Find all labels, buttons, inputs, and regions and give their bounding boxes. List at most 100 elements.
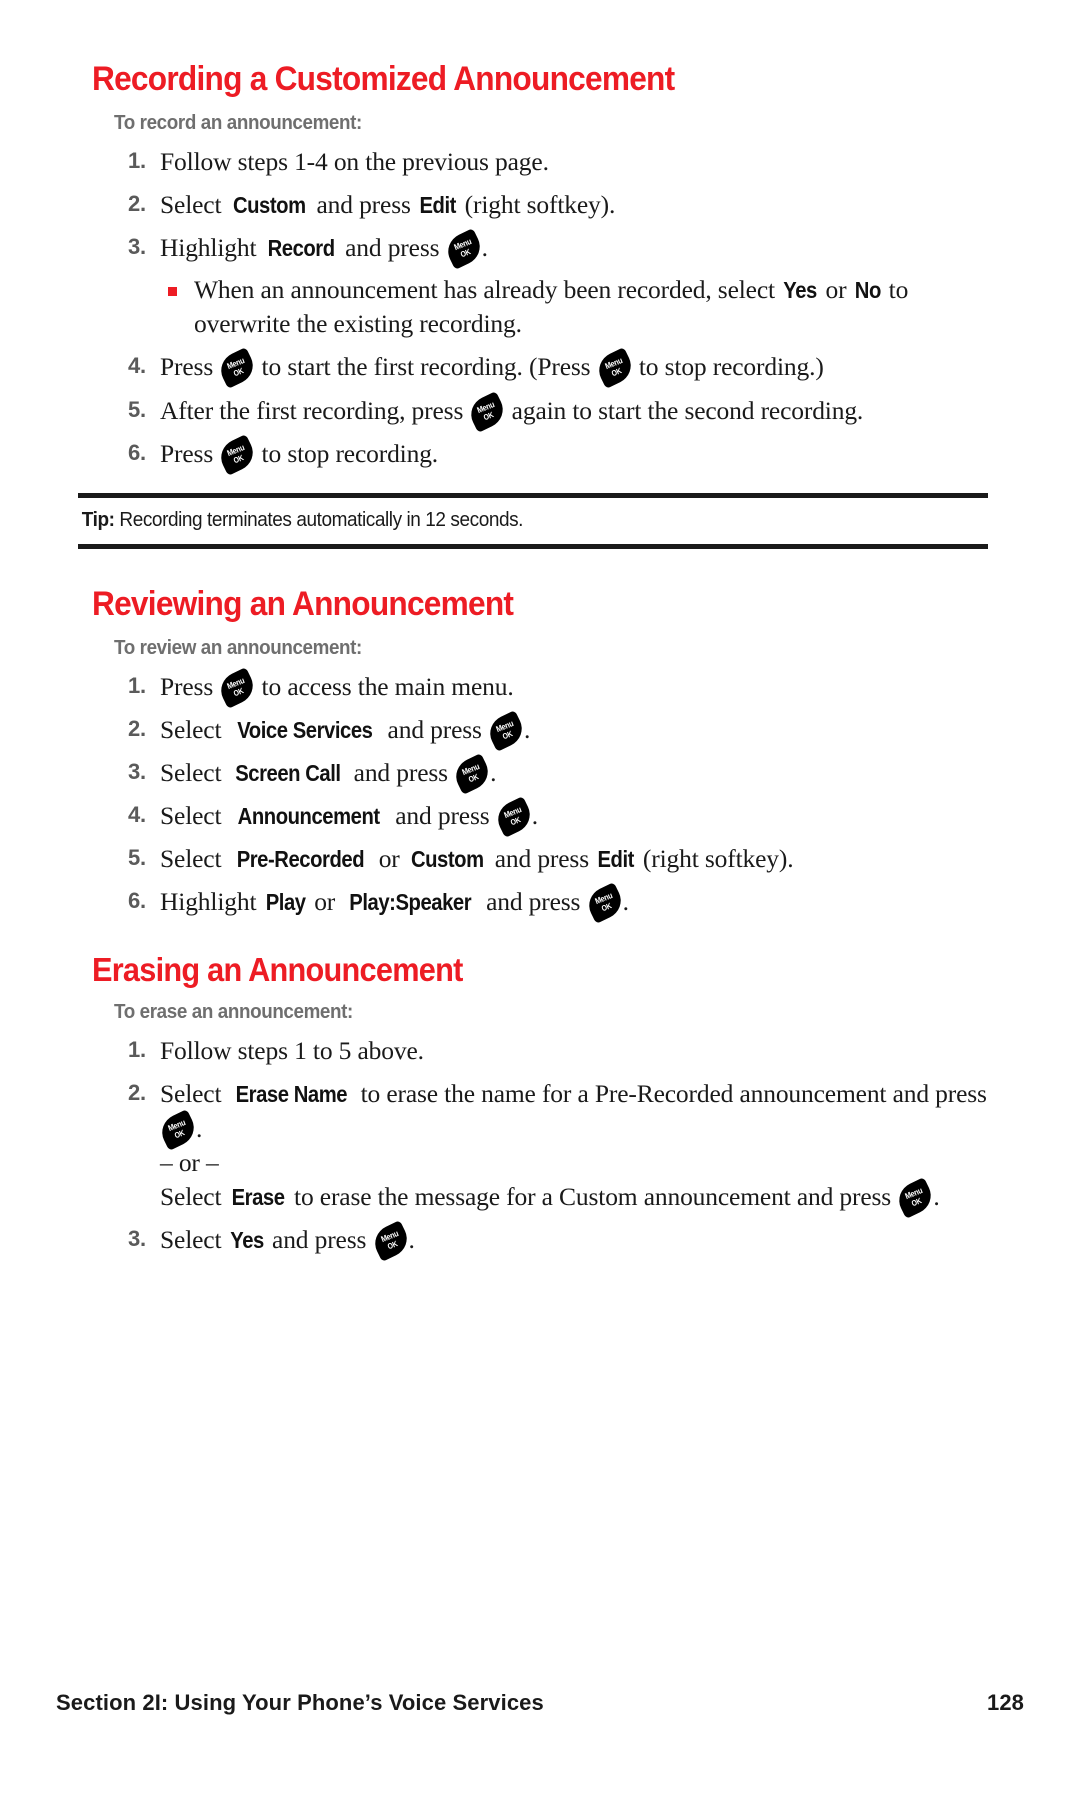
body-text: Select (160, 844, 228, 874)
menu-ok-key-shape (491, 796, 536, 839)
step-text: Select Voice Services and press Menu OK. (160, 709, 992, 752)
menu-ok-key-icon: Menu OK (465, 390, 510, 433)
ui-label: Pre-Recorded (236, 846, 364, 873)
step-item: 5. After the first recording, press Menu O… (92, 390, 992, 433)
body-text: . (196, 1113, 203, 1143)
page-footer: Section 2I: Using Your Phone’s Voice Ser… (56, 1690, 1024, 1716)
step-text: Highlight Record and press Menu OK. (160, 228, 992, 270)
step-item: 3. Highlight Record and press Menu OK. When… (92, 228, 992, 341)
body-text: Press (160, 671, 220, 701)
step-number: 5. (127, 396, 146, 422)
body-text: (right softkey). (458, 189, 616, 219)
step-text: Select Announcement and press Menu OK. (160, 796, 992, 839)
menu-ok-key-icon: Menu OK (215, 433, 260, 476)
body-text: and press (479, 887, 587, 917)
body-text: to stop recording.) (632, 352, 824, 382)
steps-list-recording: 1. Follow steps 1-4 on the previous page.… (92, 145, 992, 476)
body-text: to stop recording. (255, 438, 439, 468)
sub-bullet-item: When an announcement has already been re… (160, 273, 992, 341)
body-text: to erase the message for a Custom announ… (287, 1181, 898, 1211)
body-text: Select (160, 1224, 228, 1254)
ui-label: Edit (597, 846, 635, 873)
tip-body: Recording terminates automatically in 12… (119, 508, 524, 531)
body-text: and press (381, 714, 489, 744)
menu-ok-key-icon: Menu OK (450, 753, 494, 795)
body-text: or (307, 887, 342, 917)
sub-bullet-list: When an announcement has already been re… (160, 273, 992, 341)
menu-ok-key-shape (441, 228, 486, 270)
step-number: 4. (127, 353, 146, 379)
menu-ok-key-shape (368, 1220, 413, 1262)
body-text: and press (338, 233, 446, 262)
ui-label: Custom (410, 846, 484, 873)
step-text: Select Erase Name to erase the name for … (156, 1077, 992, 1219)
step-number: 4. (127, 802, 146, 828)
step-text: Select Yes and press Menu OK. (160, 1220, 992, 1262)
body-text: . (408, 1224, 415, 1254)
step-item: 1. Press Menu OK to access the main menu. (92, 666, 992, 709)
step-text: Press Menu OK to access the main menu. (160, 666, 992, 709)
body-text: and press (310, 189, 417, 219)
menu-ok-key-icon: Menu OK (215, 666, 260, 709)
step-text: Follow steps 1-4 on the previous page. (160, 145, 992, 179)
menu-ok-key-icon: Menu OK (592, 347, 637, 390)
step-text: Select Screen Call and press Menu OK. (160, 753, 992, 795)
steps-list-reviewing: 1. Press Menu OK to access the main menu. 2… (92, 666, 992, 925)
step-number: 1. (127, 147, 146, 173)
body-text: or (819, 275, 853, 305)
step-number: 6. (127, 888, 146, 914)
ui-label: Voice Services (236, 716, 373, 743)
body-text: and press (488, 844, 596, 874)
menu-ok-key-icon: Menu OK (368, 1220, 413, 1262)
tip-box: Tip: Recording terminates automatically … (78, 492, 988, 549)
step-number: 2. (127, 1080, 146, 1106)
body-text: – or – (160, 1147, 219, 1177)
step-item: 3. Select Screen Call and press Menu OK. (92, 753, 992, 795)
step-number: 6. (127, 439, 146, 465)
step-number: 2. (127, 715, 146, 741)
tip-label: Tip: (81, 508, 120, 531)
body-text: Press (160, 352, 220, 382)
step-number: 2. (127, 190, 146, 216)
menu-ok-key-icon: Menu OK (893, 1176, 938, 1219)
menu-ok-key-icon: Menu OK (441, 228, 486, 270)
page-title-recording: Recording a Customized Announcement (92, 60, 675, 98)
step-text: Press Menu OK to stop recording. (160, 433, 992, 476)
body-text: Follow steps 1 to 5 above. (160, 1036, 424, 1066)
body-text: Select (160, 189, 228, 219)
ui-label: Yes (783, 277, 818, 304)
menu-ok-key-icon: Menu OK (491, 796, 536, 839)
step-number: 1. (127, 672, 146, 698)
body-text: again to start the second recording. (505, 395, 864, 425)
subhead-reviewing: To review an announcement: (114, 636, 362, 659)
step-text: Select Custom and press Edit (right soft… (160, 188, 992, 222)
menu-ok-key-icon: Menu OK (156, 1108, 200, 1151)
step-number: 3. (127, 1225, 146, 1251)
body-text: Select (160, 714, 228, 744)
menu-ok-key-shape (582, 882, 627, 925)
page-title-reviewing: Reviewing an Announcement (92, 584, 514, 623)
ui-label: Erase (231, 1183, 285, 1210)
subhead-erasing: To erase an announcement: (114, 1001, 353, 1024)
step-item: 2. Select Custom and press Edit (right so… (92, 188, 992, 222)
step-item: 1. Follow steps 1-4 on the previous page. (92, 145, 992, 179)
body-text: to start the first recording. (Press (255, 352, 597, 382)
body-text: . (933, 1181, 940, 1211)
body-text: Select (160, 1079, 228, 1109)
step-number: 3. (127, 758, 146, 784)
footer-section-label: Section 2I: Using Your Phone’s Voice Ser… (56, 1690, 544, 1715)
menu-ok-key-icon: Menu OK (215, 347, 260, 390)
menu-ok-key-shape (215, 666, 260, 709)
menu-ok-key-shape (450, 753, 494, 795)
body-text: Press (160, 438, 220, 468)
step-text: Press Menu OK to start the first recordin… (160, 347, 992, 390)
step-item: 6. Highlight Play or Play:Speaker and pre… (92, 882, 992, 925)
body-text: When an announcement has already been re… (194, 275, 782, 305)
body-text: Highlight (160, 887, 263, 917)
menu-ok-key-shape (465, 390, 510, 433)
step-text: After the first recording, press Menu OK … (160, 390, 992, 433)
step-text: Follow steps 1 to 5 above. (160, 1034, 992, 1068)
menu-ok-key-icon: Menu OK (484, 709, 528, 752)
